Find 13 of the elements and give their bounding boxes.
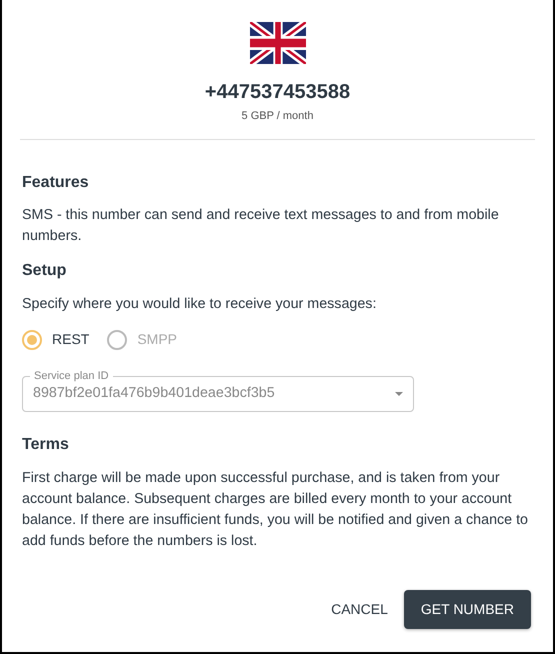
- section-text: Specify where you would like to receive your messages:: [22, 295, 378, 314]
- price-text: 5 GBP / month: [242, 109, 314, 124]
- phone-number: +447537453588: [204, 80, 350, 104]
- radio-option[interactable]: REST: [22, 329, 90, 350]
- caret-icon: [395, 392, 403, 396]
- section-heading: Features: [22, 172, 90, 192]
- cancel-button[interactable]: CANCEL: [321, 590, 398, 628]
- flag-icon: [250, 22, 306, 64]
- terms-text: First charge will be made upon successful purchase, and is taken from your account balance. Subsequent charges are billed every month to your account balance. If there are insufficient funds, you will be notified and given a chance to add funds before the numbers is lost.: [22, 468, 530, 551]
- section-heading: Setup: [22, 261, 68, 282]
- section-heading: Terms: [22, 435, 70, 456]
- section-text: SMS - this number can send and receive text messages to and from mobile numbers.: [22, 206, 500, 246]
- get-number-button[interactable]: GET NUMBER: [404, 590, 531, 629]
